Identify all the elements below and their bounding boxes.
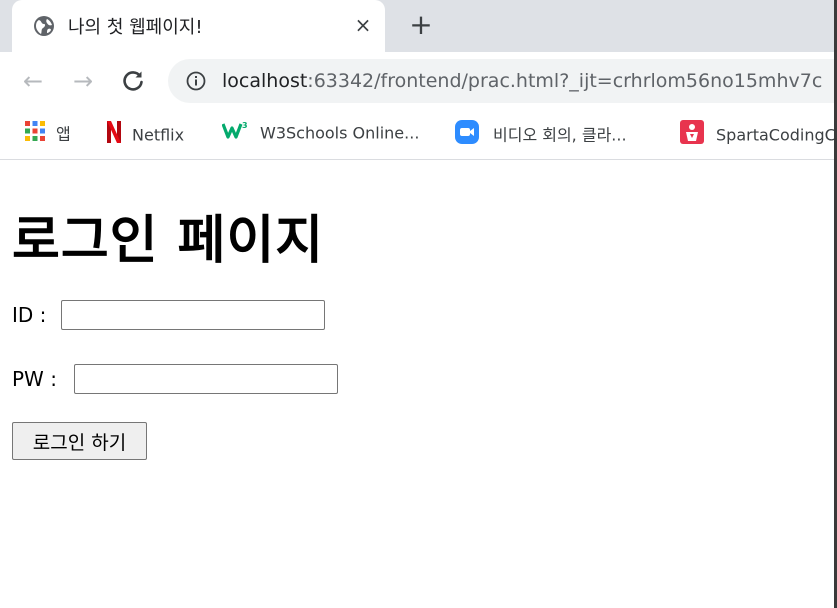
address-bar[interactable]: localhost:63342/frontend/prac.html?_ijt=… bbox=[168, 59, 837, 103]
zoom-icon bbox=[455, 120, 479, 151]
spartacoding-icon bbox=[680, 120, 704, 151]
globe-icon bbox=[32, 14, 56, 38]
login-button[interactable]: 로그인 하기 bbox=[12, 422, 147, 460]
active-tab[interactable]: 나의 첫 웹페이지! × bbox=[12, 0, 385, 52]
reload-icon[interactable] bbox=[118, 66, 148, 96]
svg-text:3: 3 bbox=[242, 121, 248, 130]
bookmark-label: 비디오 회의, 클라... bbox=[493, 125, 627, 145]
pw-label: PW : bbox=[12, 367, 57, 391]
bookmark-label: W3Schools Online... bbox=[260, 123, 420, 143]
bookmark-label: Netflix bbox=[132, 125, 185, 145]
tab-title: 나의 첫 웹페이지! bbox=[68, 17, 203, 38]
page-title: 로그인 페이지 bbox=[12, 211, 325, 271]
bookmark-netflix[interactable]: Netflix bbox=[106, 120, 185, 145]
netflix-icon bbox=[106, 120, 122, 151]
id-input[interactable] bbox=[61, 300, 325, 330]
page-content: 로그인 페이지 ID : PW : 로그인 하기 bbox=[0, 160, 837, 608]
pw-input[interactable] bbox=[74, 364, 338, 394]
apps-grid-icon bbox=[24, 120, 46, 149]
bookmark-w3schools[interactable]: 3 W3Schools Online... bbox=[221, 120, 420, 147]
id-label: ID : bbox=[12, 303, 47, 327]
url-host: localhost bbox=[222, 70, 308, 92]
bookmark-apps[interactable]: 앱 bbox=[24, 120, 71, 144]
browser-toolbar: ← → localhost:63342/frontend/prac.html?_… bbox=[0, 52, 837, 110]
tab-strip: 나의 첫 웹페이지! × + bbox=[0, 0, 837, 52]
info-icon[interactable] bbox=[186, 71, 206, 91]
bookmark-zoom[interactable]: 비디오 회의, 클라... bbox=[455, 120, 627, 145]
url-path: :63342/frontend/prac.html?_ijt=crhrlom56… bbox=[307, 70, 823, 92]
bookmark-label: 앱 bbox=[56, 124, 71, 144]
close-tab-icon[interactable]: × bbox=[352, 14, 374, 36]
w3schools-icon: 3 bbox=[221, 120, 248, 147]
bookmarks-bar: 앱 Netflix 3 W3Schools Online... 비디오 회의, bbox=[0, 110, 837, 160]
bookmark-label: SpartaCodingC bbox=[716, 125, 836, 145]
back-arrow-icon[interactable]: ← bbox=[18, 66, 48, 96]
new-tab-icon[interactable]: + bbox=[408, 11, 434, 39]
url-text[interactable]: localhost:63342/frontend/prac.html?_ijt=… bbox=[222, 70, 822, 92]
bookmark-spartacoding[interactable]: SpartaCodingC bbox=[680, 120, 836, 145]
forward-arrow-icon[interactable]: → bbox=[68, 66, 98, 96]
